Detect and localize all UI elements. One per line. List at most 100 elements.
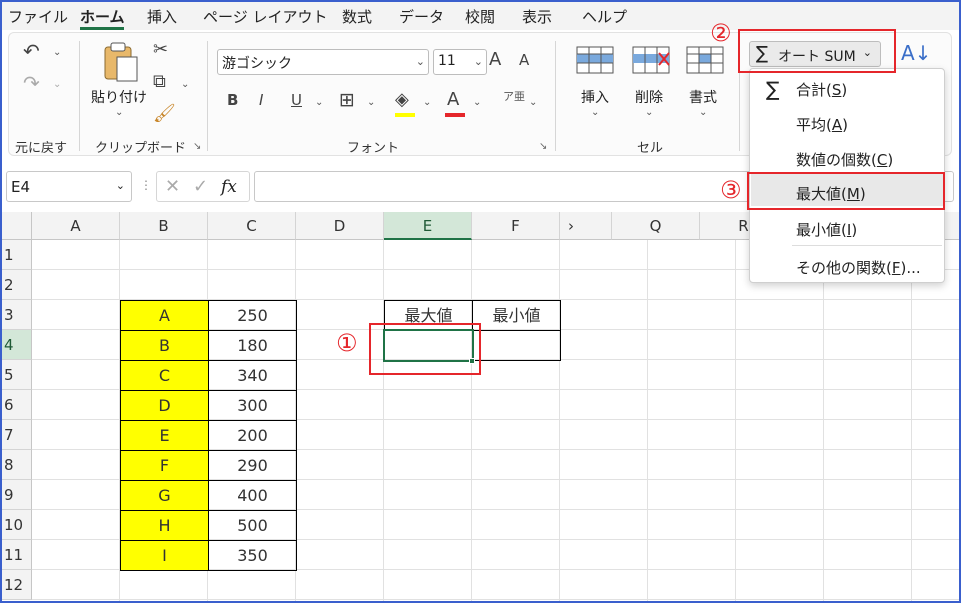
table-cell-value[interactable]: 340	[208, 360, 297, 391]
font-name-combo[interactable]: 游ゴシック ⌄	[217, 49, 429, 75]
column-header-d[interactable]: D	[296, 212, 384, 240]
copy-icon[interactable]: ⧉	[153, 73, 166, 91]
chevron-down-icon[interactable]: ⌄	[367, 97, 375, 108]
table-cell-label[interactable]: H	[120, 510, 209, 541]
borders-icon[interactable]: ⊞	[339, 91, 355, 110]
delete-cells-icon[interactable]	[631, 43, 671, 77]
menu-item-more-functions[interactable]: その他の関数(F)...	[796, 257, 921, 278]
chevron-down-icon[interactable]: ⌄	[645, 107, 653, 118]
row-header[interactable]: 10	[2, 510, 32, 540]
insert-cells-label[interactable]: 挿入	[581, 87, 609, 107]
dialog-launcher-icon[interactable]: ↘	[539, 141, 547, 152]
enter-icon[interactable]: ✓	[193, 176, 208, 197]
row-header[interactable]: 3	[2, 300, 32, 330]
table-cell-value[interactable]: 350	[208, 540, 297, 571]
chevron-down-icon[interactable]: ⌄	[473, 97, 481, 108]
table-cell-value[interactable]: 500	[208, 510, 297, 541]
tab-view[interactable]: 表示	[522, 6, 552, 27]
menu-item-average[interactable]: 平均(A)	[796, 114, 848, 135]
format-painter-icon[interactable]: 🖌	[153, 105, 176, 123]
table-cell-label[interactable]: B	[120, 330, 209, 361]
name-box[interactable]: E4 ⌄	[6, 171, 132, 202]
row-header[interactable]: 4	[2, 330, 32, 360]
chevron-down-icon[interactable]: ⌄	[53, 79, 61, 90]
column-header-b[interactable]: B	[120, 212, 208, 240]
menu-item-min[interactable]: 最小値(I)	[796, 219, 857, 240]
table-cell-label[interactable]: I	[120, 540, 209, 571]
column-header-f[interactable]: F	[472, 212, 560, 240]
sort-filter-icon[interactable]: A↓	[901, 43, 931, 63]
table-cell-value[interactable]: 180	[208, 330, 297, 361]
font-size-combo[interactable]: 11 ⌄	[433, 49, 487, 75]
tab-file[interactable]: ファイル	[8, 6, 68, 27]
shrink-font-icon[interactable]: A	[519, 53, 529, 68]
chevron-down-icon[interactable]: ⌄	[315, 97, 323, 108]
tab-data[interactable]: データ	[399, 6, 444, 27]
table-cell-value[interactable]: 400	[208, 480, 297, 511]
table-cell-label[interactable]: F	[120, 450, 209, 481]
row-header[interactable]: 2	[2, 270, 32, 300]
tab-insert[interactable]: 挿入	[147, 6, 177, 27]
tab-formulas[interactable]: 数式	[342, 6, 372, 27]
table-cell-value[interactable]: 200	[208, 420, 297, 451]
drag-handle-icon[interactable]: ⋮	[140, 178, 152, 192]
menu-item-sum[interactable]: 合計(S)	[796, 79, 847, 100]
table-cell-value[interactable]: 250	[208, 300, 297, 331]
grow-font-icon[interactable]: A	[489, 51, 501, 69]
table-cell-label[interactable]: E	[120, 420, 209, 451]
tab-help[interactable]: ヘルプ	[582, 6, 627, 27]
table-cell-label[interactable]: C	[120, 360, 209, 391]
column-header-partial[interactable]: ›	[560, 212, 612, 240]
font-color-icon[interactable]: A	[447, 91, 459, 109]
column-header-a[interactable]: A	[32, 212, 120, 240]
row-header[interactable]: 8	[2, 450, 32, 480]
select-all-corner[interactable]	[2, 212, 32, 240]
bold-button[interactable]: B	[227, 93, 238, 108]
cut-icon[interactable]: ✂	[153, 41, 168, 59]
menu-item-count[interactable]: 数値の個数(C)	[796, 149, 893, 170]
insert-cells-icon[interactable]	[575, 43, 615, 77]
chevron-down-icon[interactable]: ⌄	[699, 107, 707, 118]
row-header[interactable]: 9	[2, 480, 32, 510]
redo-icon[interactable]: ↷	[23, 73, 40, 93]
fill-color-icon[interactable]: ◈	[395, 91, 409, 109]
column-header-q[interactable]: Q	[612, 212, 700, 240]
chevron-down-icon[interactable]: ⌄	[181, 79, 189, 90]
chevron-down-icon[interactable]: ⌄	[591, 107, 599, 118]
table-cell-value[interactable]: 300	[208, 390, 297, 421]
chevron-down-icon[interactable]: ⌄	[529, 97, 537, 108]
tab-page-layout[interactable]: ページ レイアウト	[203, 6, 327, 27]
format-cells-icon[interactable]	[685, 43, 725, 77]
table-cell-label[interactable]: D	[120, 390, 209, 421]
insert-function-icon[interactable]: fx	[221, 177, 237, 197]
format-cells-label[interactable]: 書式	[689, 87, 717, 107]
row-header[interactable]: 7	[2, 420, 32, 450]
chevron-down-icon[interactable]: ⌄	[53, 47, 61, 58]
row-header[interactable]: 1	[2, 240, 32, 270]
column-header-e[interactable]: E	[384, 212, 472, 240]
tab-review[interactable]: 校閲	[465, 6, 495, 27]
paste-label[interactable]: 貼り付け	[91, 87, 147, 107]
row-header[interactable]: 11	[2, 540, 32, 570]
cancel-icon[interactable]: ✕	[165, 176, 180, 197]
italic-button[interactable]: I	[259, 93, 263, 108]
paste-icon[interactable]	[99, 41, 141, 85]
table-cell-value[interactable]: 290	[208, 450, 297, 481]
row-header[interactable]: 5	[2, 360, 32, 390]
tab-home[interactable]: ホーム	[80, 6, 125, 27]
row-header[interactable]: 6	[2, 390, 32, 420]
min-result-cell[interactable]	[472, 330, 561, 361]
row-header[interactable]: 12	[2, 570, 32, 600]
undo-icon[interactable]: ↶	[23, 41, 40, 61]
min-header-cell[interactable]: 最小値	[472, 300, 561, 331]
column-header-c[interactable]: C	[208, 212, 296, 240]
delete-cells-label[interactable]: 削除	[635, 87, 663, 107]
chevron-down-icon[interactable]: ⌄	[423, 97, 431, 108]
phonetic-guide-icon[interactable]: ア亜	[503, 91, 525, 102]
chevron-down-icon[interactable]: ⌄	[115, 107, 123, 118]
font-color-swatch	[445, 113, 465, 117]
underline-button[interactable]: U	[291, 93, 302, 108]
dialog-launcher-icon[interactable]: ↘	[193, 141, 201, 152]
table-cell-label[interactable]: A	[120, 300, 209, 331]
table-cell-label[interactable]: G	[120, 480, 209, 511]
